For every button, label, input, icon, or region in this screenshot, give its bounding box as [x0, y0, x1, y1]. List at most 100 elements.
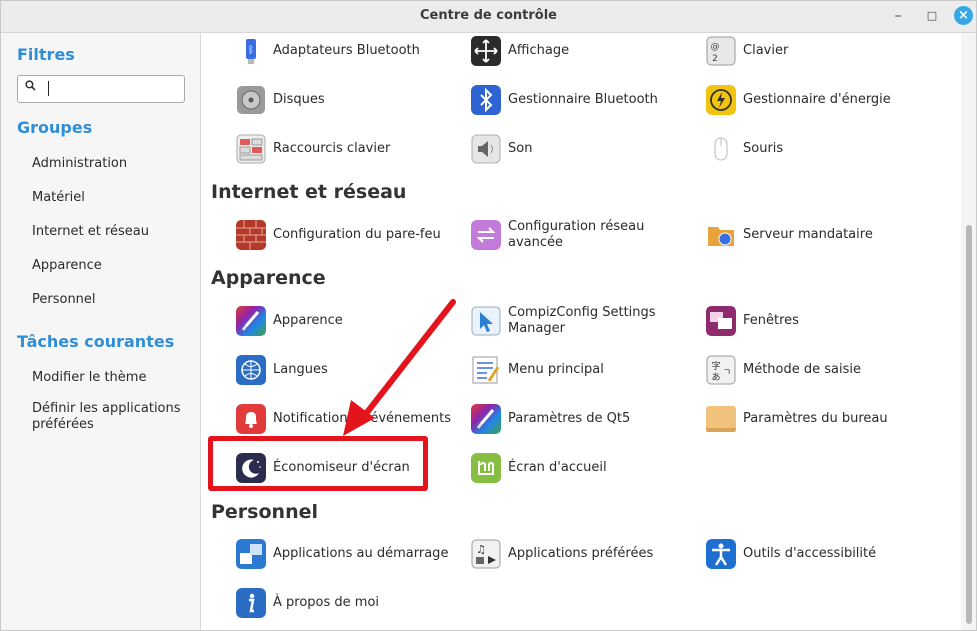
item-keyboard[interactable]: @2 Clavier [706, 34, 936, 68]
item-about-me[interactable]: À propos de moi [236, 586, 466, 620]
keyboard-key-icon: @2 [706, 36, 736, 66]
item-disks[interactable]: Disques [236, 83, 466, 117]
item-bluetooth-adapters[interactable]: ᛒ Adaptateurs Bluetooth [236, 34, 466, 68]
item-label: Méthode de saisie [743, 362, 862, 377]
sidebar-item-apparence[interactable]: Apparence [32, 258, 192, 274]
item-label: Configuration réseau avancée [508, 219, 645, 250]
disk-icon [237, 86, 265, 114]
close-button[interactable]: × [954, 6, 973, 25]
item-notifications[interactable]: Notifications d'événements [236, 402, 466, 436]
item-label: Outils d'accessibilité [743, 546, 877, 561]
menu-editor-icon [472, 356, 500, 384]
windows-icon [706, 306, 736, 336]
item-display[interactable]: Affichage [471, 34, 701, 68]
media-apps-icon: ♫ [471, 539, 501, 569]
info-icon [236, 588, 266, 618]
globe-icon [236, 355, 266, 385]
display-move-icon [471, 36, 501, 66]
maximize-button[interactable]: □ [923, 7, 941, 25]
item-proxy-server[interactable]: Serveur mandataire [706, 218, 936, 252]
vertical-scrollbar[interactable] [961, 33, 976, 630]
svg-text:@: @ [711, 42, 720, 52]
item-label: Notifications d'événements [273, 411, 452, 426]
item-compizconfig[interactable]: CompizConfig Settings Manager [471, 304, 701, 338]
item-label: Souris [743, 141, 784, 156]
item-startup-apps[interactable]: Applications au démarrage [236, 537, 466, 571]
sidebar-item-materiel[interactable]: Matériel [32, 190, 192, 206]
sidebar-item-personnel[interactable]: Personnel [32, 292, 192, 308]
text-cursor [48, 81, 49, 96]
svg-text:字: 字 [711, 360, 720, 372]
section-title-personnel: Personnel [211, 501, 318, 523]
item-label: Affichage [508, 43, 570, 58]
item-label: Adaptateurs Bluetooth [273, 43, 420, 58]
item-label: Paramètres de Qt5 [508, 411, 631, 426]
section-title-apparence: Apparence [211, 267, 326, 289]
item-label: Apparence [273, 313, 343, 328]
item-accessibility[interactable]: Outils d'accessibilité [706, 537, 936, 571]
item-welcome-screen[interactable]: Écran d'accueil [471, 451, 701, 485]
item-label: À propos de moi [273, 595, 380, 610]
section-title-internet: Internet et réseau [211, 181, 407, 203]
svg-text:♫: ♫ [476, 543, 486, 556]
search-input[interactable] [17, 75, 185, 103]
window-title: Centre de contrôle [420, 8, 557, 23]
item-label: Écran d'accueil [508, 460, 607, 475]
task-modify-theme[interactable]: Modifier le thème [32, 370, 192, 386]
bell-icon [236, 404, 266, 434]
input-method-icon: 字あㄱ [706, 355, 736, 385]
item-label: Applications au démarrage [273, 546, 449, 561]
item-label: Son [508, 141, 533, 156]
power-icon [706, 85, 736, 115]
item-advanced-network[interactable]: Configuration réseau avancée [471, 218, 701, 252]
item-label: Fenêtres [743, 313, 799, 328]
bluetooth-icon [471, 85, 501, 115]
paintbrush-icon [236, 306, 266, 336]
task-preferred-apps[interactable]: Définir les applications préférées [32, 401, 182, 433]
minimize-button[interactable]: – [889, 7, 907, 25]
mouse-icon [714, 137, 728, 161]
firewall-icon [236, 220, 266, 250]
scrollbar-thumb[interactable] [966, 225, 972, 624]
item-label: Gestionnaire Bluetooth [508, 92, 658, 107]
groups-heading: Groupes [17, 118, 93, 137]
usb-bluetooth-icon: ᛒ [246, 39, 256, 64]
svg-text:あ: あ [711, 372, 720, 383]
item-bluetooth-manager[interactable]: Gestionnaire Bluetooth [471, 83, 701, 117]
item-qt5-settings[interactable]: Paramètres de Qt5 [471, 402, 701, 436]
item-appearance[interactable]: Apparence [236, 304, 466, 338]
item-label: CompizConfig Settings Manager [508, 305, 656, 336]
filters-heading: Filtres [17, 45, 75, 64]
mint-logo-icon [471, 453, 501, 483]
item-label: Paramètres du bureau [743, 411, 888, 426]
item-label: Configuration du pare-feu [273, 227, 441, 242]
title-bar: Centre de contrôle – □ × [1, 1, 976, 33]
compiz-cursor-icon [471, 306, 501, 336]
item-power-manager[interactable]: Gestionnaire d'énergie [706, 83, 936, 117]
item-label: Applications préférées [508, 546, 654, 561]
item-label: Gestionnaire d'énergie [743, 92, 891, 107]
item-main-menu[interactable]: Menu principal [471, 353, 701, 387]
desktop-icon [706, 406, 736, 432]
item-label: Langues [273, 362, 328, 377]
item-firewall[interactable]: Configuration du pare-feu [236, 218, 466, 252]
search-icon [25, 80, 36, 91]
item-label: Raccourcis clavier [273, 141, 391, 156]
item-sound[interactable]: Son [471, 132, 701, 166]
svg-text:ᛒ: ᛒ [248, 45, 254, 56]
sidebar-item-internet[interactable]: Internet et réseau [32, 224, 192, 240]
network-arrows-icon [471, 220, 501, 250]
item-input-method[interactable]: 字あㄱ Méthode de saisie [706, 353, 936, 387]
item-languages[interactable]: Langues [236, 353, 466, 387]
sidebar: Filtres Groupes Administration Matériel … [1, 33, 201, 630]
item-desktop-settings[interactable]: Paramètres du bureau [706, 402, 936, 436]
item-keyboard-shortcuts[interactable]: Raccourcis clavier [236, 132, 466, 166]
startup-apps-icon [236, 539, 266, 569]
item-windows[interactable]: Fenêtres [706, 304, 936, 338]
item-label: Menu principal [508, 362, 604, 377]
item-mouse[interactable]: Souris [706, 132, 936, 166]
item-preferred-apps[interactable]: ♫ Applications préférées [471, 537, 701, 571]
svg-text:2: 2 [712, 54, 718, 64]
item-label: Disques [273, 92, 325, 107]
sidebar-item-administration[interactable]: Administration [32, 156, 192, 172]
